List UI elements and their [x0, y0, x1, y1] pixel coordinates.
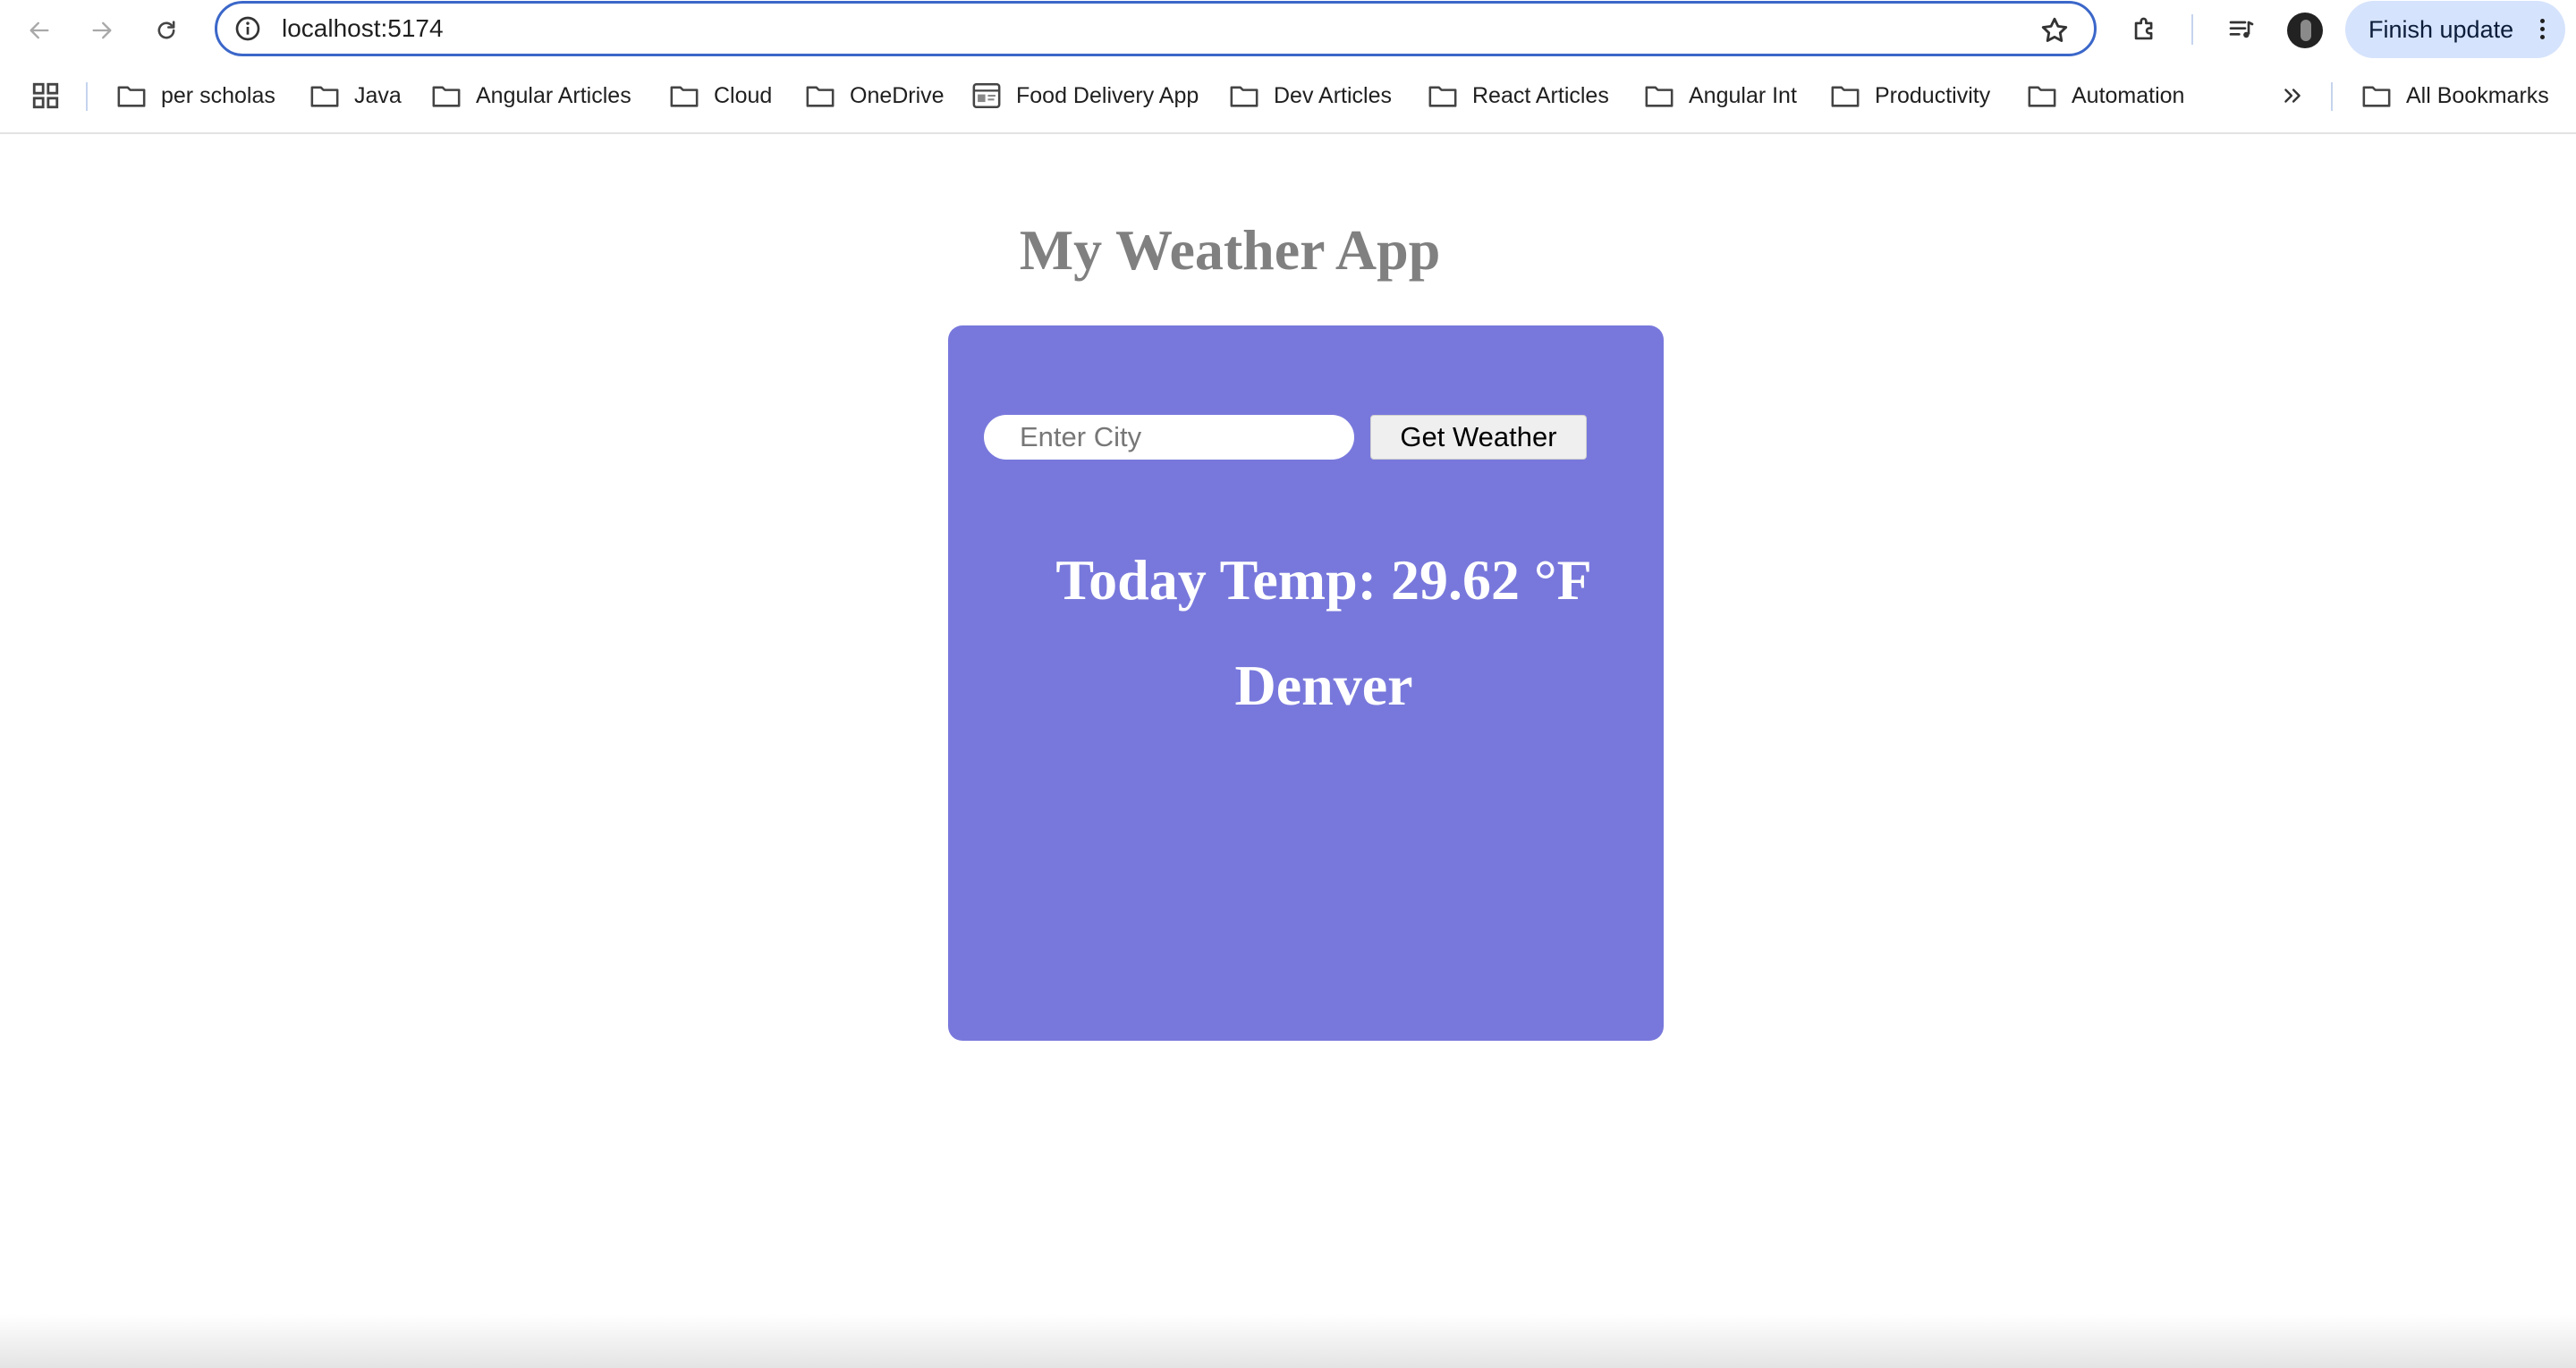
url-text[interactable]: localhost:5174	[282, 13, 444, 45]
bookmark-dev-articles[interactable]: Dev Articles	[1229, 75, 1392, 116]
bookmark-angular-articles[interactable]: Angular Articles	[431, 75, 631, 116]
folder-icon	[806, 86, 835, 107]
finish-update-button[interactable]: Finish update	[2345, 1, 2565, 58]
bookmark-label: Angular Articles	[476, 82, 631, 108]
bottom-shadow	[0, 1314, 2576, 1368]
bookmark-label: Automation	[2072, 82, 2185, 108]
bookmark-cloud[interactable]: Cloud	[669, 75, 772, 116]
city-search-input[interactable]	[984, 415, 1354, 460]
bookmark-label: Cloud	[714, 82, 773, 108]
folder-icon	[1645, 86, 1674, 107]
bookmark-label: Angular Int	[1689, 82, 1797, 108]
folder-icon	[432, 86, 461, 107]
folder-icon	[1230, 86, 1258, 107]
bookmark-react-articles[interactable]: React Articles	[1428, 75, 1609, 116]
bookmark-angular-int[interactable]: Angular Int	[1644, 75, 1797, 116]
star-icon[interactable]	[2038, 14, 2071, 46]
folder-icon	[2028, 86, 2056, 107]
page-title: My Weather App	[1019, 218, 1441, 282]
folder-icon	[670, 86, 699, 107]
folder-icon	[310, 86, 339, 107]
bookmark-per-scholas[interactable]: per scholas	[116, 75, 275, 116]
reload-icon	[157, 21, 175, 39]
bookmark-label: Productivity	[1875, 82, 1991, 108]
address-bar[interactable]: localhost:5174	[215, 1, 2097, 56]
bookmark-food-delivery-app[interactable]: Food Delivery App	[971, 75, 1199, 116]
folder-icon	[117, 86, 146, 107]
profile-avatar[interactable]	[2287, 13, 2323, 48]
media-queue-icon	[2229, 21, 2254, 38]
bookmark-label: Java	[354, 82, 402, 108]
city-name: Denver	[1234, 654, 1413, 717]
browser-toolbar: localhost:5174 Finish update	[0, 0, 2576, 61]
reload-button[interactable]	[148, 13, 184, 48]
apps-grid-icon[interactable]	[30, 80, 61, 111]
bookmark-label: React Articles	[1472, 82, 1609, 108]
bookmark-label: Dev Articles	[1274, 82, 1392, 108]
forward-arrow-icon	[92, 21, 112, 39]
chevron-double-right-icon	[2284, 89, 2301, 103]
puzzle-icon	[2134, 17, 2153, 40]
forward-button[interactable]	[84, 13, 120, 48]
bookmark-label: Food Delivery App	[1016, 82, 1199, 108]
bookmark-productivity[interactable]: Productivity	[1830, 75, 1990, 116]
bookmark-automation[interactable]: Automation	[2027, 75, 2184, 116]
info-icon[interactable]	[233, 14, 262, 43]
finish-update-label: Finish update	[2368, 15, 2514, 43]
bookmark-label: OneDrive	[850, 82, 945, 108]
bookmarks-divider	[86, 82, 88, 111]
bookmarks-divider	[2331, 82, 2333, 111]
media-button[interactable]	[2224, 12, 2259, 47]
all-bookmarks-label: All Bookmarks	[2406, 82, 2549, 108]
folder-icon	[1428, 86, 1457, 107]
back-arrow-icon	[30, 21, 49, 39]
bookmark-onedrive[interactable]: OneDrive	[805, 75, 945, 116]
toolbar-divider	[2191, 14, 2193, 45]
get-weather-button[interactable]: Get Weather	[1370, 415, 1587, 460]
extensions-button[interactable]	[2127, 12, 2163, 47]
folder-icon	[1831, 86, 1860, 107]
folder-icon	[2362, 86, 2391, 107]
vertical-dots-icon[interactable]	[2540, 19, 2546, 43]
bookmark-label: per scholas	[161, 82, 275, 108]
all-bookmarks-button[interactable]: All Bookmarks	[2361, 75, 2549, 116]
page-icon	[972, 82, 1001, 109]
weather-card: Get Weather Today Temp: 29.62 °F Denver	[948, 325, 1664, 1041]
back-button[interactable]	[21, 13, 57, 48]
bookmark-java[interactable]: Java	[309, 75, 402, 116]
temperature-readout: Today Temp: 29.62 °F	[1055, 548, 1592, 612]
more-bookmarks-button[interactable]	[2277, 80, 2308, 111]
bookmarks-bar: per scholas Java Angular Articles Cloud …	[0, 63, 2576, 134]
